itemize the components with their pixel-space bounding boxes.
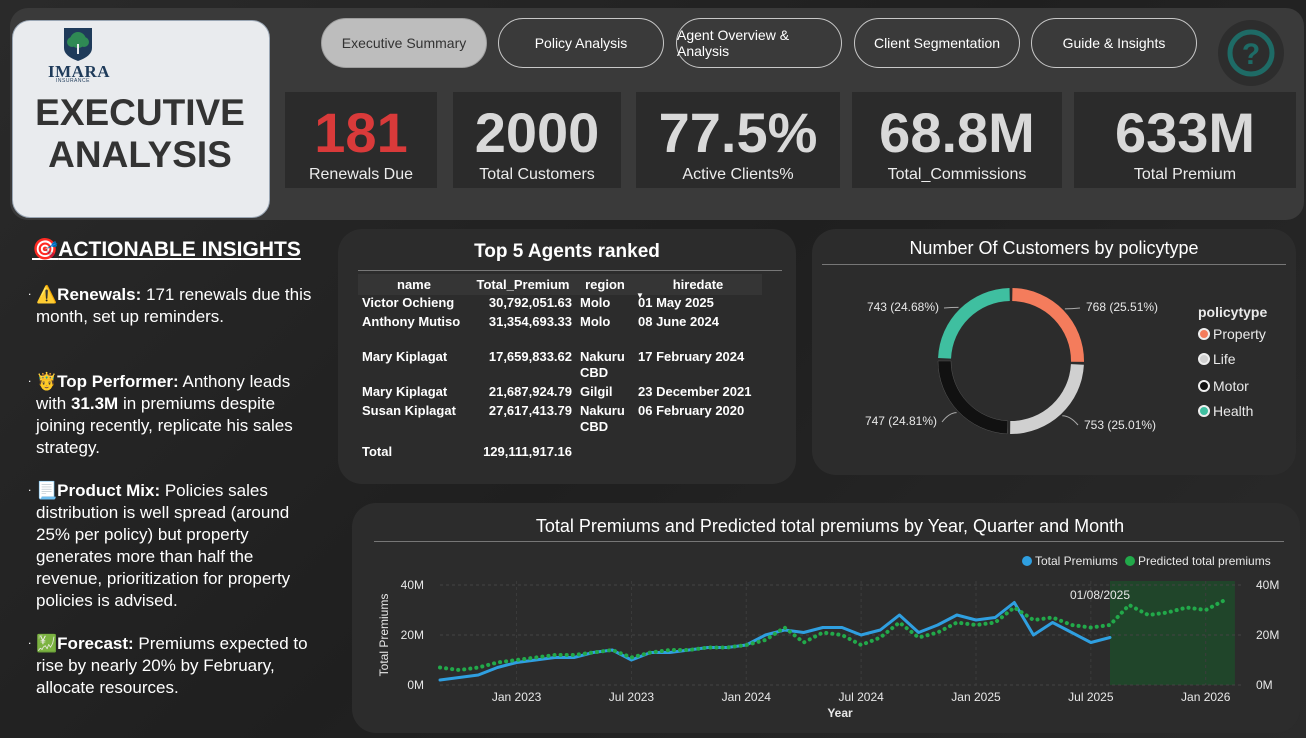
warning-icon: ⚠️ (36, 285, 58, 304)
tab-client-segmentation[interactable]: Client Segmentation (854, 18, 1020, 68)
donut-slice-motor[interactable] (937, 360, 1009, 435)
donut-slice-life[interactable] (1010, 364, 1084, 434)
y-tick-label: 40M (401, 578, 424, 592)
legend-item-life[interactable]: Life (1198, 351, 1236, 367)
x-axis-title: Year (827, 706, 853, 720)
donut-data-label: 768 (25.51%) (1086, 300, 1158, 314)
page-title: EXECUTIVE ANALYSIS (20, 92, 260, 176)
y-axis-title: Total Premiums (377, 594, 391, 677)
donut-data-label: 747 (24.81%) (865, 414, 937, 428)
legend-item-health[interactable]: Health (1198, 403, 1253, 419)
insight-renewals: . ⚠️Renewals: 171 renewals due this mont… (28, 284, 312, 326)
column-header-sorted[interactable]: hiredate ▼ (634, 274, 762, 300)
insights-title-text: ACTIONABLE INSIGHTS (58, 238, 301, 261)
donut-data-label: 743 (24.68%) (867, 300, 939, 314)
brand-subtitle: INSURANCE (56, 78, 90, 84)
y-tick-label-right: 0M (1256, 678, 1273, 692)
divider (358, 270, 782, 271)
legend-swatch (1198, 380, 1210, 392)
x-tick-label: Jul 2024 (838, 690, 884, 704)
x-tick-label: Jan 2026 (1181, 690, 1231, 704)
line-chart: Jan 2023 Jul 2023 Jan 2024 Jul 2024 Jan 2025… (377, 578, 1279, 720)
kpi-label: Total Customers (479, 166, 595, 183)
agents-table-title: Top 5 Agents ranked (474, 241, 660, 262)
donut-chart: 768 (25.51%) 753 (25.01%) 747 (24.81%) 743 … (865, 288, 1158, 435)
table-row[interactable]: Mary Kiplagat 21,687,924.79 Gilgil 23 De… (358, 384, 762, 403)
tab-agent-overview[interactable]: Agent Overview & Analysis (676, 18, 842, 68)
kpi-value: 68.8M (879, 101, 1035, 164)
insights-title: 🎯ACTIONABLE INSIGHTS (32, 238, 301, 262)
help-button[interactable]: ? (1218, 20, 1284, 86)
agents-table: name Total_Premium region hiredate ▼ Vict… (358, 274, 762, 462)
x-tick-label: Jan 2023 (492, 690, 542, 704)
kpi-label: Renewals Due (308, 166, 414, 183)
kpi-total-premium: 633M Total Premium (1074, 92, 1296, 188)
svg-text:?: ? (1242, 38, 1260, 71)
kpi-label: Total_Commissions (887, 166, 1027, 183)
legend-swatch (1198, 328, 1210, 340)
question-icon: ? (1227, 29, 1275, 77)
table-row[interactable]: Victor Ochieng 30,792,051.63 Molo 01 May… (358, 295, 762, 314)
leader-line (1064, 307, 1081, 310)
kpi-renewals-due: 181 Renewals Due (285, 92, 437, 188)
table-row[interactable]: Mary Kiplagat 17,659,833.62 Nakuru CBD 1… (358, 349, 762, 384)
x-tick-label: Jan 2024 (722, 690, 772, 704)
tab-guide-insights[interactable]: Guide & Insights (1031, 18, 1197, 68)
y-tick-label-right: 40M (1256, 578, 1279, 592)
y-tick-label-right: 20M (1256, 628, 1279, 642)
document-icon: 📃 (36, 481, 58, 500)
insight-forecast: . 💹Forecast: Premiums expected to rise b… (28, 633, 308, 697)
donut-slice-health[interactable] (938, 288, 1010, 359)
tab-executive-summary[interactable]: Executive Summary (321, 18, 487, 68)
kpi-value: 77.5% (658, 101, 818, 164)
page-title-line1: EXECUTIVE (35, 92, 245, 133)
kpi-value: 2000 (474, 101, 600, 164)
kpi-label: Total Premium (1133, 166, 1237, 183)
legend-item-property[interactable]: Property (1198, 326, 1266, 342)
column-header[interactable]: region (576, 274, 634, 295)
legend-swatch (1198, 353, 1210, 365)
leader-line (941, 412, 957, 423)
table-row[interactable]: Anthony Mutiso 31,354,693.33 Molo 08 Jun… (358, 314, 762, 349)
y-tick-label: 0M (407, 678, 424, 692)
kpi-total-customers: 2000 Total Customers (453, 92, 621, 188)
donut-slice-property[interactable] (1012, 288, 1084, 362)
x-tick-label: Jul 2023 (609, 690, 655, 704)
tab-policy-analysis[interactable]: Policy Analysis (498, 18, 664, 68)
y-tick-label: 20M (401, 628, 424, 642)
sort-desc-icon: ▼ (636, 291, 644, 300)
page-title-line2: ANALYSIS (48, 134, 232, 175)
series-line-total-premiums[interactable] (438, 601, 1112, 682)
legend-title: policytype (1198, 304, 1268, 320)
insight-product-mix: . 📃Product Mix: Policies sales distribut… (28, 480, 291, 610)
kpi-active-clients: 77.5% Active Clients% (636, 92, 840, 188)
kpi-value: 633M (1114, 101, 1256, 164)
leader-line (943, 306, 959, 309)
table-row[interactable]: Susan Kiplagat 27,617,413.79 Nakuru CBD … (358, 403, 762, 438)
target-icon: 🎯 (32, 238, 59, 261)
kpi-value: 181 (314, 101, 408, 164)
x-tick-label: Jul 2025 (1068, 690, 1114, 704)
kpi-label: Active Clients% (682, 166, 794, 183)
tree-logo-icon (64, 28, 92, 61)
column-header[interactable]: Total_Premium (470, 274, 576, 295)
insight-top-performer: . 🤴Top Performer: Anthony leads with 31.… (28, 371, 293, 457)
kpi-total-commissions: 68.8M Total_Commissions (852, 92, 1062, 188)
donut-data-label: 753 (25.01%) (1084, 418, 1156, 432)
leader-line (1062, 415, 1079, 426)
column-header[interactable]: name (358, 274, 470, 295)
x-tick-label: Jan 2025 (951, 690, 1001, 704)
forecast-start-annotation: 01/08/2025 (1070, 588, 1130, 602)
legend-swatch (1198, 405, 1210, 417)
chart-up-icon: 💹 (36, 634, 58, 653)
prince-icon: 🤴 (36, 372, 58, 391)
legend-item-motor[interactable]: Motor (1198, 378, 1249, 394)
table-total-row: Total 129,111,917.16 (362, 444, 572, 459)
